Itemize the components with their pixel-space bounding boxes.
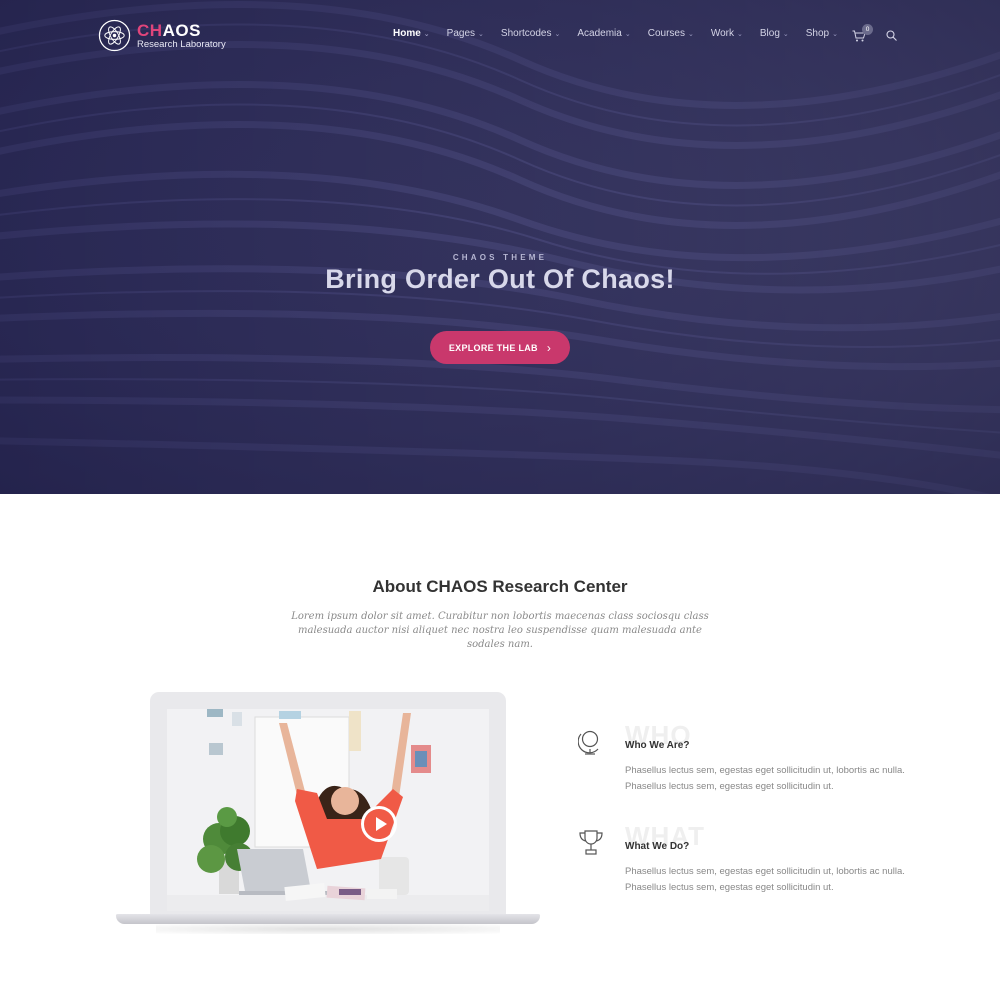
- logo-text: CHAOS Research Laboratory: [137, 22, 226, 50]
- nav-item-shortcodes[interactable]: Shortcodes ⌄: [501, 28, 560, 39]
- nav-item-label: Home: [393, 28, 421, 39]
- chevron-down-icon: ⌄: [478, 30, 484, 38]
- nav-item-label: Courses: [647, 28, 685, 39]
- nav-item-pages[interactable]: Pages ⌄: [447, 28, 484, 39]
- main-nav: Home ⌄ Pages ⌄ Shortcodes ⌄ Academia ⌄ Cours…: [393, 28, 855, 39]
- trophy-icon: [579, 830, 603, 855]
- chevron-right-icon: ›: [546, 340, 552, 355]
- nav-item-home[interactable]: Home ⌄: [393, 28, 430, 39]
- nav-item-academia[interactable]: Academia ⌄: [577, 28, 630, 39]
- atom-icon: [98, 19, 131, 52]
- feature-title: Who We Are?: [625, 740, 690, 751]
- nav-item-label: Work: [710, 28, 734, 39]
- cart-count-badge: 0: [862, 24, 873, 35]
- feature-title: What We Do?: [625, 841, 690, 852]
- explore-button-label: EXPLORE THE LAB: [448, 342, 538, 353]
- hero-section: CHAOS Research Laboratory Home ⌄ Pages ⌄ S…: [0, 0, 1000, 494]
- laptop-video-mockup: [116, 692, 540, 942]
- feature-who: WHO Who We Are? Phasellus lectus sem, eg…: [578, 722, 918, 818]
- hero-background: [0, 0, 1000, 494]
- nav-item-label: Academia: [577, 28, 622, 39]
- search-icon[interactable]: [886, 30, 897, 41]
- chevron-down-icon: ⌄: [832, 30, 838, 38]
- video-scene-image: [167, 709, 489, 911]
- feature-text: Phasellus lectus sem, egestas eget solli…: [625, 765, 905, 792]
- laptop-screen-frame: [150, 692, 506, 922]
- chevron-down-icon: ⌄: [624, 30, 631, 38]
- chevron-down-icon: ⌄: [687, 30, 694, 38]
- laptop-base: [116, 914, 540, 924]
- feature-what: WHAT What We Do? Phasellus lectus sem, e…: [578, 823, 918, 919]
- chevron-down-icon: ⌄: [737, 30, 743, 38]
- chevron-down-icon: ⌄: [554, 30, 561, 38]
- feature-text: Phasellus lectus sem, egestas eget solli…: [625, 866, 905, 893]
- nav-item-label: Pages: [446, 28, 476, 39]
- globe-icon: [578, 730, 599, 755]
- hero-kicker: CHAOS THEME: [452, 253, 548, 262]
- site-logo[interactable]: CHAOS Research Laboratory: [98, 19, 226, 52]
- nav-item-work[interactable]: Work ⌄: [711, 28, 743, 39]
- nav-item-label: Blog: [759, 28, 780, 39]
- explore-the-lab-button[interactable]: EXPLORE THE LAB ›: [430, 331, 570, 364]
- about-title: About CHAOS Research Center: [372, 577, 628, 596]
- about-description: Lorem ipsum dolor sit amet. Curabitur no…: [291, 611, 709, 650]
- logo-title-rest: AOS: [162, 20, 201, 40]
- nav-item-courses[interactable]: Courses ⌄: [648, 28, 694, 39]
- nav-item-label: Shortcodes: [500, 28, 552, 39]
- video-thumbnail: [167, 709, 489, 911]
- nav-item-shop[interactable]: Shop ⌄: [806, 28, 838, 39]
- logo-subtitle: Research Laboratory: [137, 38, 226, 50]
- logo-title: CHAOS: [137, 22, 226, 39]
- nav-item-label: Shop: [805, 28, 830, 39]
- hero-title: Bring Order Out Of Chaos!: [325, 264, 675, 294]
- chevron-down-icon: ⌄: [423, 30, 430, 38]
- chevron-down-icon: ⌄: [782, 30, 789, 38]
- nav-item-blog[interactable]: Blog ⌄: [760, 28, 789, 39]
- play-icon[interactable]: [361, 806, 397, 842]
- logo-title-accent: CH: [137, 20, 163, 40]
- laptop-shadow: [156, 924, 500, 934]
